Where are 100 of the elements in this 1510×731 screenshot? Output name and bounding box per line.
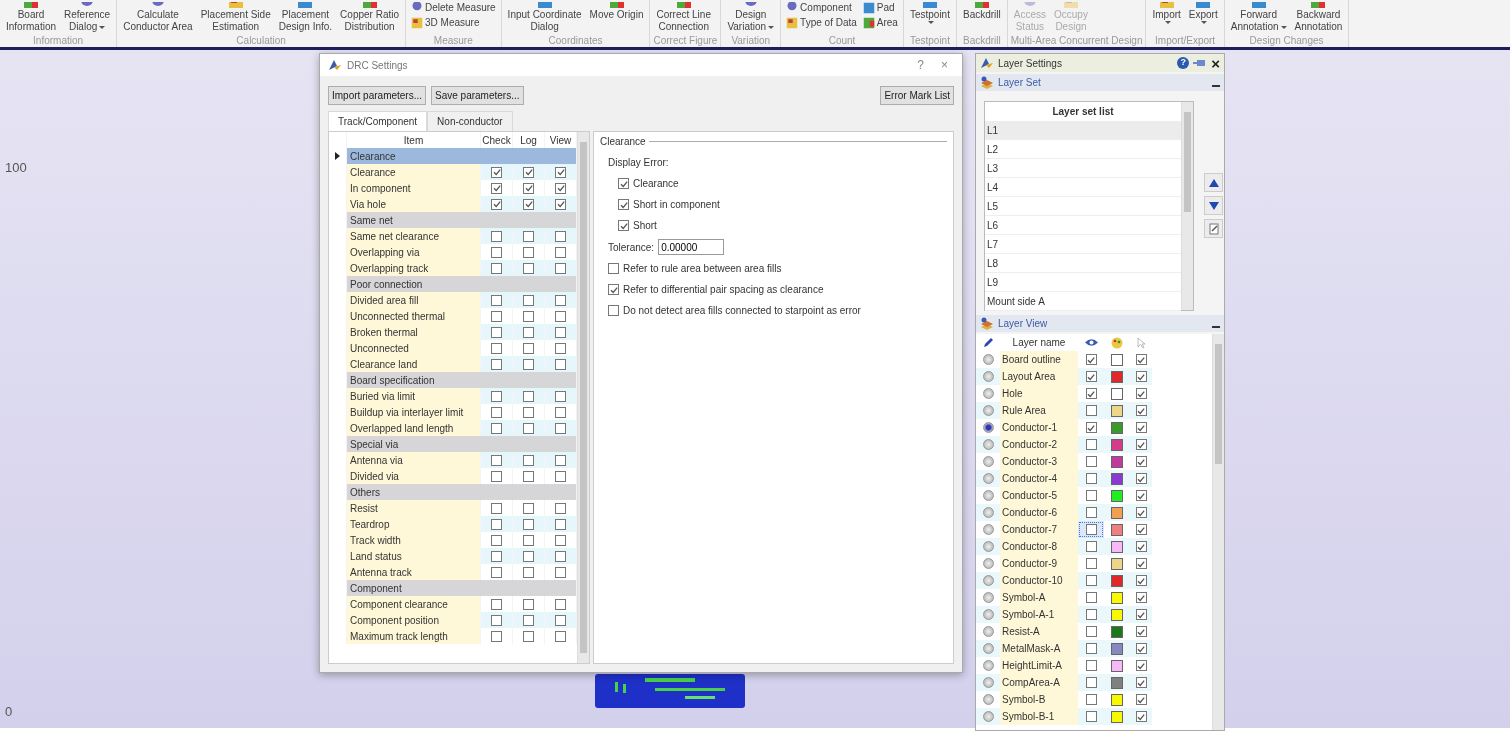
checkbox[interactable] — [491, 422, 502, 434]
checkbox[interactable] — [491, 454, 502, 466]
tolerance-field[interactable]: 0.00000 — [658, 239, 725, 255]
checkbox[interactable] — [1135, 524, 1147, 535]
toolbar-button[interactable]: Import parameters... — [328, 86, 427, 105]
checkbox[interactable] — [618, 199, 629, 210]
checkbox[interactable] — [491, 342, 502, 354]
radio-button[interactable] — [982, 422, 994, 433]
checkbox[interactable] — [1135, 354, 1147, 365]
checkbox[interactable] — [491, 470, 502, 482]
radio-button[interactable] — [982, 677, 994, 688]
color-swatch[interactable] — [1111, 455, 1123, 468]
checkbox[interactable] — [491, 566, 502, 578]
color-swatch[interactable] — [1111, 438, 1123, 451]
checkbox[interactable] — [1135, 388, 1147, 399]
checkbox[interactable] — [523, 390, 534, 402]
checkbox[interactable] — [491, 326, 502, 338]
checkbox[interactable] — [1135, 575, 1147, 586]
minimize-icon[interactable] — [1212, 325, 1220, 328]
color-swatch[interactable] — [1111, 591, 1123, 604]
checkbox[interactable] — [523, 326, 534, 338]
checkbox[interactable] — [1135, 490, 1147, 501]
color-swatch[interactable] — [1111, 676, 1123, 689]
checkbox[interactable] — [523, 422, 534, 434]
checkbox[interactable] — [491, 294, 502, 306]
checkbox[interactable] — [555, 566, 566, 578]
group-row[interactable]: Others — [347, 484, 577, 500]
list-item[interactable]: L4 — [985, 178, 1181, 197]
checkbox[interactable] — [555, 166, 566, 178]
checkbox[interactable] — [1085, 490, 1097, 501]
ribbon-button[interactable]: Area — [860, 16, 900, 29]
checkbox[interactable] — [1085, 422, 1097, 433]
checkbox[interactable] — [491, 198, 502, 210]
color-swatch[interactable] — [1111, 642, 1123, 655]
ribbon-button[interactable]: Move Origin — [586, 0, 647, 21]
minimize-icon[interactable] — [1212, 84, 1220, 87]
ribbon-button[interactable]: Testpoint — [906, 0, 953, 24]
ribbon-button[interactable]: Export — [1185, 0, 1221, 24]
checkbox[interactable] — [555, 326, 566, 338]
edit-button[interactable] — [1204, 219, 1223, 238]
tab[interactable]: Track/Component — [328, 111, 428, 131]
checkbox[interactable] — [491, 262, 502, 274]
color-swatch[interactable] — [1111, 693, 1123, 706]
caret-icon[interactable] — [927, 21, 934, 24]
checkbox[interactable] — [555, 182, 566, 194]
checkbox[interactable] — [523, 614, 534, 626]
move-up-button[interactable] — [1204, 173, 1223, 192]
radio-button[interactable] — [982, 575, 994, 586]
list-item[interactable]: L9 — [985, 273, 1181, 292]
radio-button[interactable] — [982, 371, 994, 382]
checkbox[interactable] — [491, 166, 502, 178]
checkbox[interactable] — [523, 566, 534, 578]
checkbox[interactable] — [555, 630, 566, 642]
radio-button[interactable] — [982, 711, 994, 722]
color-swatch[interactable] — [1111, 710, 1123, 723]
checkbox[interactable] — [555, 422, 566, 434]
color-swatch[interactable] — [1111, 353, 1123, 366]
radio-button[interactable] — [982, 405, 994, 416]
radio-button[interactable] — [982, 694, 994, 705]
pin-icon[interactable] — [1193, 58, 1208, 68]
checkbox[interactable] — [555, 534, 566, 546]
checkbox[interactable] — [618, 220, 629, 231]
radio-button[interactable] — [982, 558, 994, 569]
ribbon-button[interactable]: Pad — [860, 1, 900, 14]
checkbox[interactable] — [491, 630, 502, 642]
color-swatch[interactable] — [1111, 540, 1123, 553]
ribbon-button[interactable]: Board Information — [3, 0, 60, 33]
checkbox[interactable] — [1135, 694, 1147, 705]
checkbox[interactable] — [491, 182, 502, 194]
scrollbar[interactable] — [1212, 334, 1224, 730]
radio-button[interactable] — [982, 507, 994, 518]
ribbon-button[interactable]: Import — [1149, 0, 1184, 24]
color-swatch[interactable] — [1111, 557, 1123, 570]
checkbox[interactable] — [1085, 711, 1097, 722]
checkbox[interactable] — [523, 502, 534, 514]
radio-button[interactable] — [982, 473, 994, 484]
checkbox[interactable] — [618, 178, 629, 189]
checkbox[interactable] — [555, 502, 566, 514]
ribbon-button[interactable]: Copper Ratio Distribution — [337, 0, 402, 33]
checkbox[interactable] — [1135, 371, 1147, 382]
checkbox[interactable] — [555, 198, 566, 210]
list-item[interactable]: L3 — [985, 159, 1181, 178]
help-button[interactable]: ? — [1177, 57, 1190, 69]
ribbon-button[interactable]: Calculate Conductor Area — [120, 0, 196, 33]
caret-icon[interactable] — [1280, 25, 1287, 29]
checkbox[interactable] — [523, 454, 534, 466]
group-row[interactable]: Special via — [347, 436, 577, 452]
checkbox[interactable] — [491, 614, 502, 626]
checkbox[interactable] — [523, 534, 534, 546]
list-item[interactable]: L7 — [985, 235, 1181, 254]
toolbar-button[interactable]: Save parameters... — [431, 86, 524, 105]
checkbox[interactable] — [1135, 609, 1147, 620]
checkbox[interactable] — [608, 263, 619, 274]
checkbox[interactable] — [491, 550, 502, 562]
checkbox[interactable] — [1135, 541, 1147, 552]
checkbox[interactable] — [1085, 405, 1097, 416]
checkbox[interactable] — [491, 534, 502, 546]
checkbox[interactable] — [1135, 456, 1147, 467]
checkbox[interactable] — [1085, 473, 1097, 484]
checkbox[interactable] — [1085, 371, 1097, 382]
